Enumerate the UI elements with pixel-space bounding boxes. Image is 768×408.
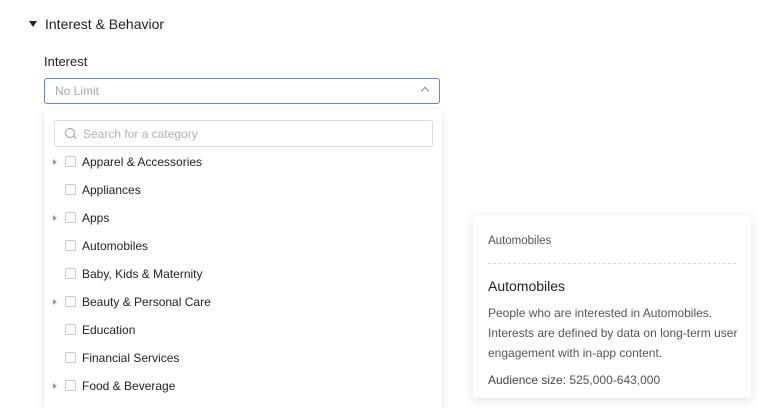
interest-select[interactable]: No Limit	[44, 78, 440, 104]
category-list: Apparel & Accessories Appliances Apps Au…	[44, 148, 442, 400]
category-checkbox[interactable]	[65, 380, 76, 391]
category-checkbox[interactable]	[65, 296, 76, 307]
category-item[interactable]: Beauty & Personal Care	[44, 288, 442, 316]
category-dropdown: Apparel & Accessories Appliances Apps Au…	[44, 110, 442, 408]
category-item[interactable]: Apparel & Accessories	[44, 148, 442, 176]
category-checkbox[interactable]	[65, 352, 76, 363]
interest-label: Interest	[44, 54, 88, 69]
section-header-toggle[interactable]: Interest & Behavior	[29, 16, 164, 32]
category-checkbox[interactable]	[65, 324, 76, 335]
category-label: Education	[82, 323, 136, 337]
section-title: Interest & Behavior	[45, 16, 165, 32]
category-label: Financial Services	[82, 351, 180, 365]
category-label: Automobiles	[82, 239, 149, 253]
expand-arrow-icon[interactable]	[53, 215, 57, 221]
tooltip-title: Automobiles	[488, 278, 566, 294]
audience-size: Audience size: 525,000-643,000	[488, 373, 660, 387]
expand-arrow-icon[interactable]	[53, 383, 57, 389]
audience-size-value: 525,000-643,000	[569, 373, 661, 387]
category-item[interactable]: Financial Services	[44, 344, 442, 372]
category-label: Food & Beverage	[82, 379, 176, 393]
category-checkbox[interactable]	[65, 240, 76, 251]
tooltip-description: People who are interested in Automobiles…	[488, 306, 738, 360]
category-checkbox[interactable]	[65, 156, 76, 167]
chevron-up-icon	[420, 86, 430, 96]
interest-select-value: No Limit	[55, 84, 100, 98]
audience-size-label: Audience size:	[488, 373, 567, 387]
tooltip-breadcrumb: Automobiles	[488, 235, 552, 247]
category-item[interactable]: Baby, Kids & Maternity	[44, 260, 442, 288]
category-item[interactable]: Food & Beverage	[44, 372, 442, 400]
interest-behavior-panel: Interest & Behavior Interest No Limit Ap…	[0, 0, 768, 408]
category-item[interactable]: Education	[44, 316, 442, 344]
category-info-tooltip: Automobiles Automobiles People who are i…	[473, 215, 751, 398]
category-label: Apparel & Accessories	[82, 155, 203, 169]
category-label: Apps	[82, 211, 110, 225]
tooltip-divider	[488, 263, 736, 264]
category-label: Appliances	[82, 183, 141, 197]
search-icon	[65, 127, 77, 140]
category-search[interactable]	[54, 120, 433, 147]
expand-arrow-icon[interactable]	[53, 159, 57, 165]
category-item[interactable]: Apps	[44, 204, 442, 232]
category-label: Baby, Kids & Maternity	[82, 267, 203, 281]
category-label: Beauty & Personal Care	[82, 295, 211, 309]
category-checkbox[interactable]	[65, 184, 76, 195]
expand-arrow-icon[interactable]	[53, 299, 57, 305]
category-checkbox[interactable]	[65, 212, 76, 223]
category-search-input[interactable]	[83, 126, 413, 141]
caret-down-icon	[29, 21, 37, 27]
category-item[interactable]: Automobiles	[44, 232, 442, 260]
category-checkbox[interactable]	[65, 268, 76, 279]
category-item[interactable]: Appliances	[44, 176, 442, 204]
